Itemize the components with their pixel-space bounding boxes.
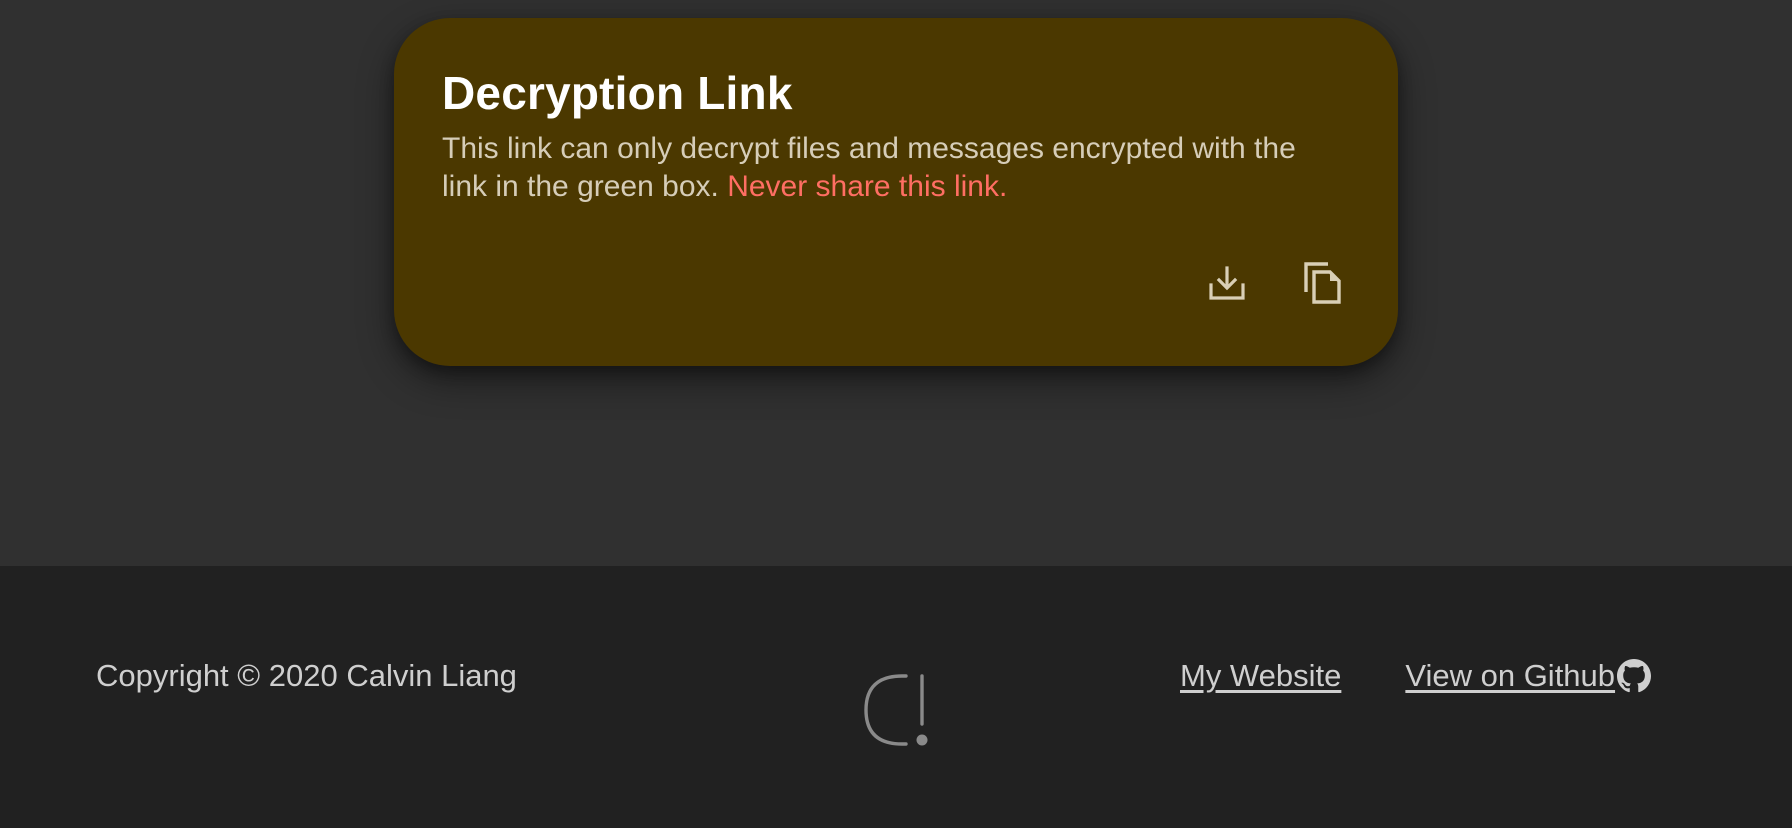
github-link-label: View on Github [1405,658,1616,693]
my-website-link[interactable]: My Website [1180,658,1341,694]
card-title: Decryption Link [442,67,793,119]
download-icon [1209,266,1245,300]
footer-links: My Website View on Github [1180,658,1652,694]
github-icon [1617,659,1652,693]
copy-icon [1304,262,1341,304]
card-description: This link can only decrypt files and mes… [442,130,1342,206]
card-actions [1204,260,1346,306]
download-button[interactable] [1204,260,1250,306]
copy-button[interactable] [1300,260,1346,306]
footer: Copyright © 2020 Calvin Liang My Website… [0,566,1792,828]
main-area: Decryption Link This link can only decry… [0,0,1792,566]
logo-icon [864,674,928,746]
copyright-text: Copyright © 2020 Calvin Liang [96,658,517,693]
logo [862,674,932,759]
decryption-link-card: Decryption Link This link can only decry… [394,18,1398,366]
github-link[interactable]: View on Github [1405,658,1652,694]
card-warning-text: Never share this link. [727,170,1008,203]
